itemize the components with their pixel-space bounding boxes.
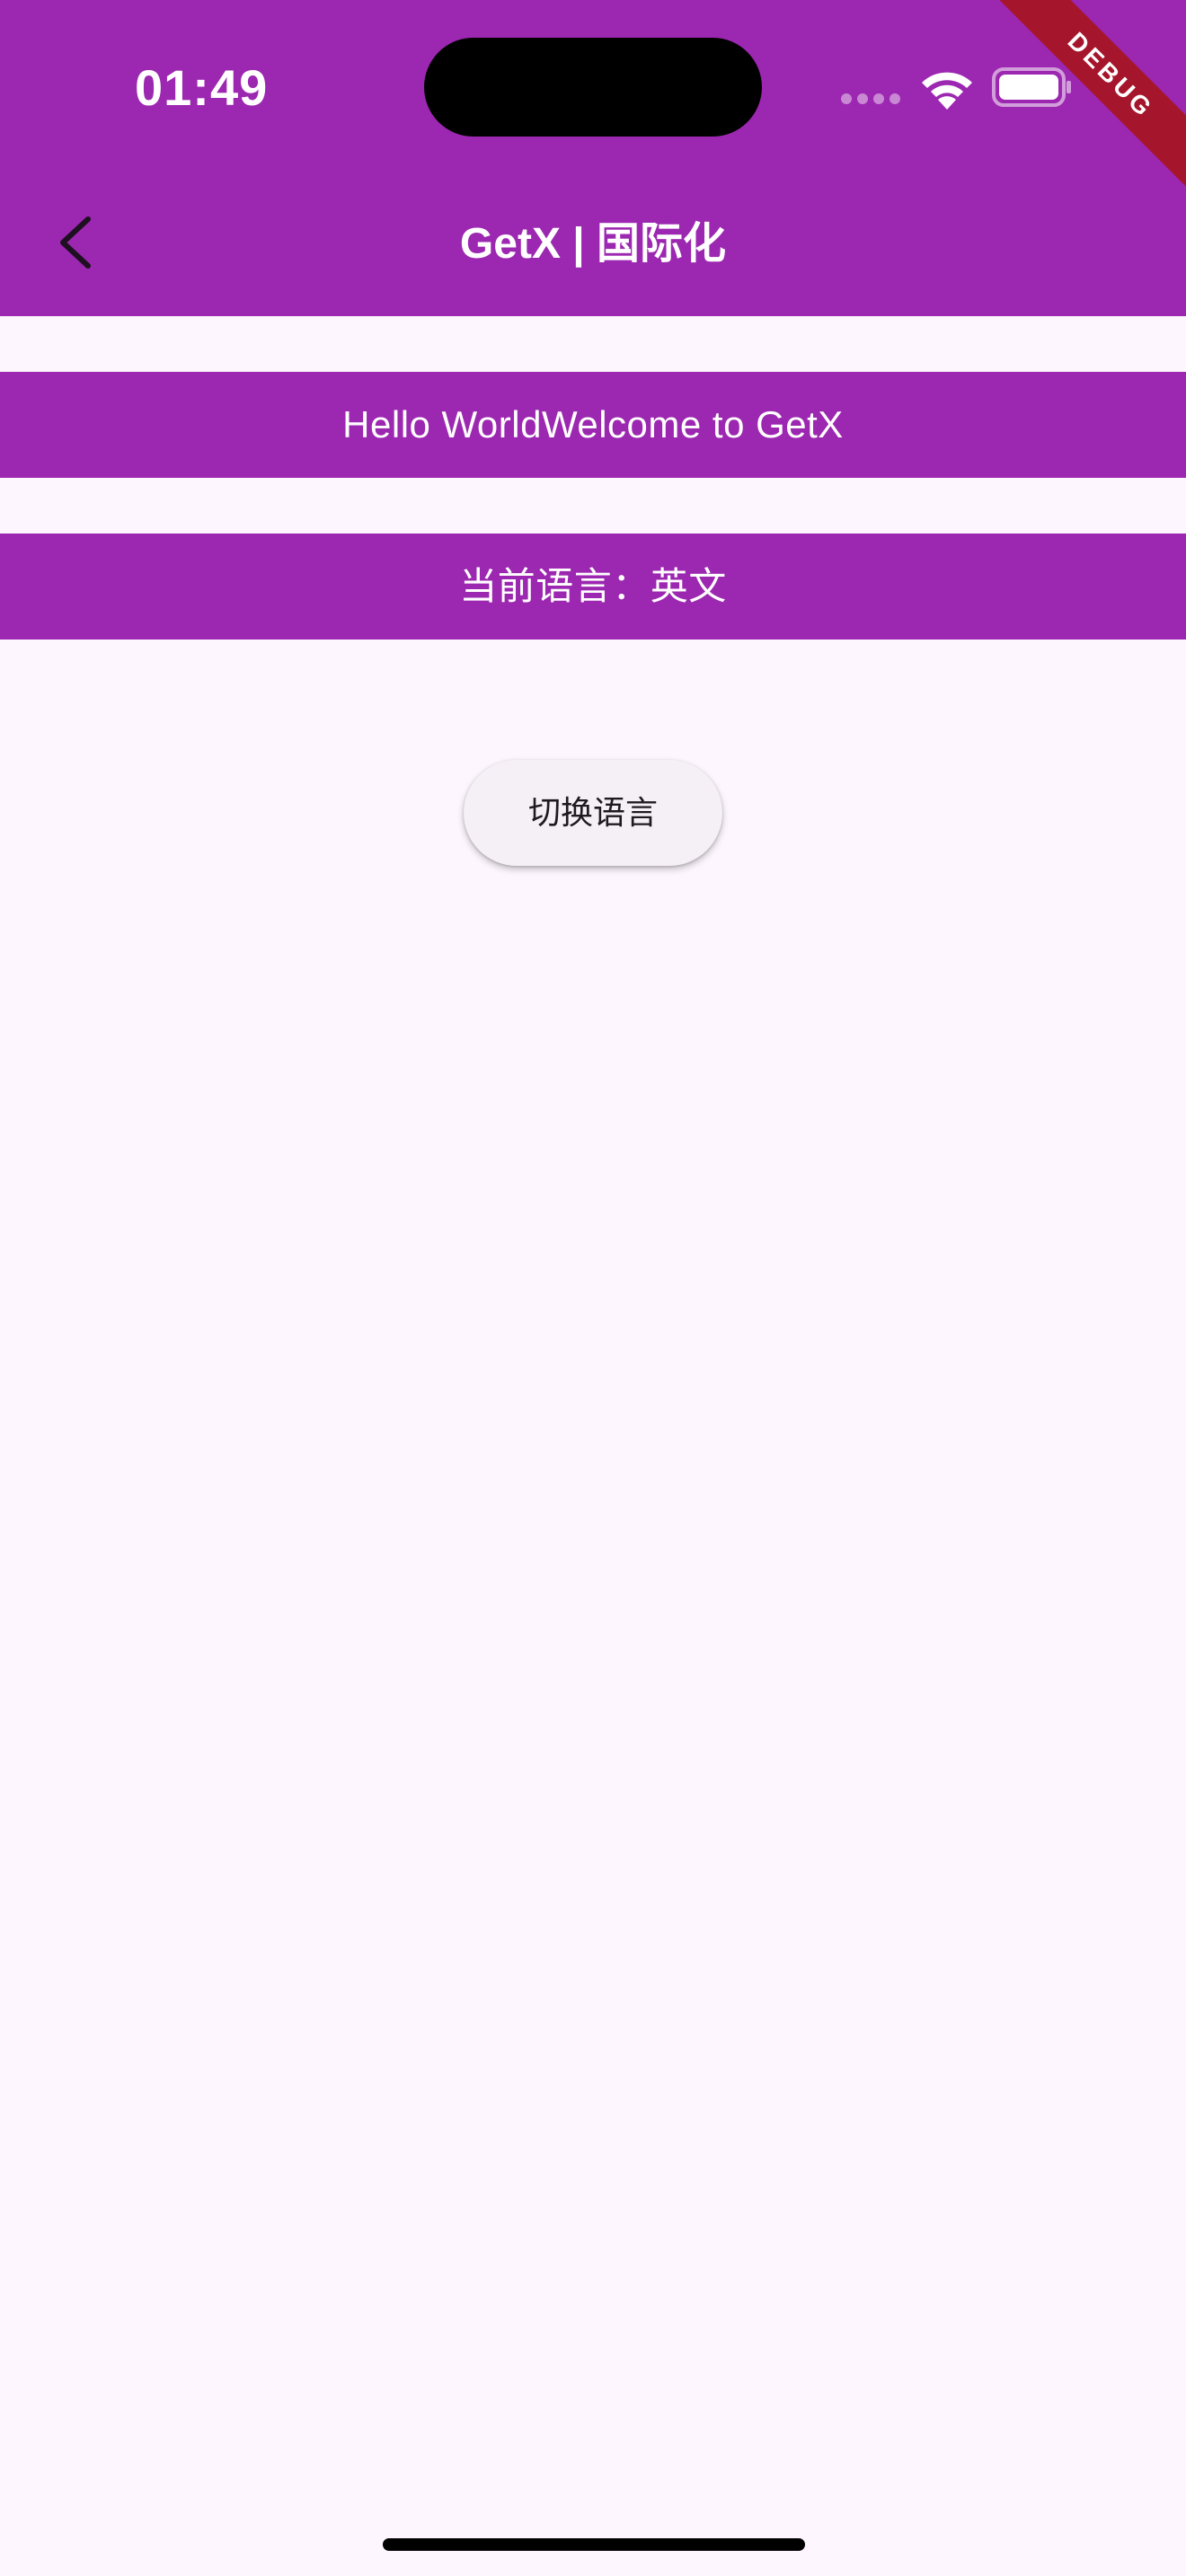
greeting-text: Hello WorldWelcome to GetX — [0, 372, 1186, 478]
switch-language-button[interactable]: 切换语言 — [464, 760, 722, 866]
debug-banner: DEBUG — [965, 0, 1186, 221]
dynamic-island — [424, 38, 762, 137]
status-time: 01:49 — [135, 59, 269, 116]
home-indicator[interactable] — [383, 2538, 805, 2551]
app-bar: 01:49 DEBUG GetX | 国际化 — [0, 0, 1186, 316]
battery-icon — [992, 67, 1071, 107]
wifi-icon — [922, 72, 972, 110]
current-language-text: 当前语言：英文 — [0, 534, 1186, 640]
cellular-signal-icon — [841, 93, 904, 106]
page-title: GetX | 国际化 — [459, 220, 727, 268]
